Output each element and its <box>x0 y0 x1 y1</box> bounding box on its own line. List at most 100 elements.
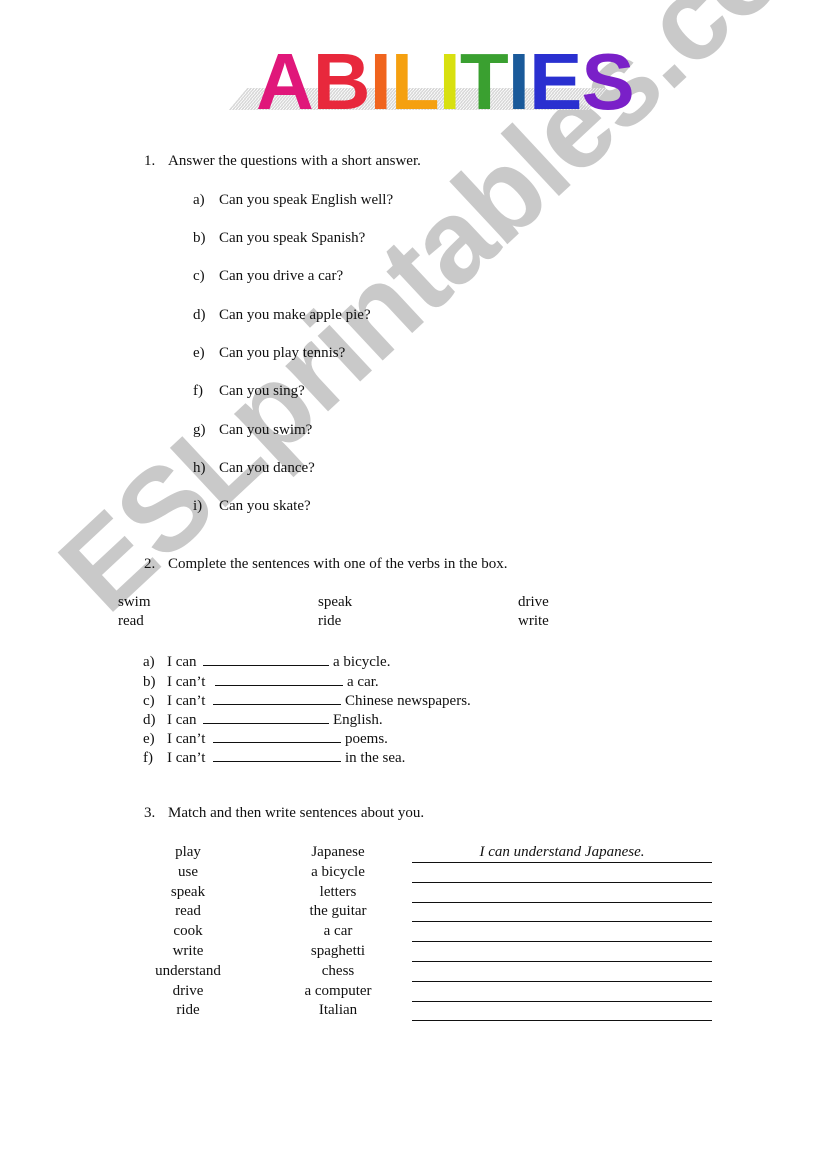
write-line[interactable] <box>412 862 712 863</box>
sentence-start: I can’t <box>167 693 206 709</box>
title-letter: I <box>507 37 530 126</box>
answer-blank[interactable] <box>203 709 329 724</box>
write-line[interactable] <box>412 981 712 982</box>
title-letter: A <box>256 37 314 126</box>
verb-box-word: speak <box>318 594 353 610</box>
question-text: Can you sing? <box>219 383 305 399</box>
match-verb: ride <box>176 1002 200 1018</box>
sentence-end: a bicycle. <box>333 654 391 670</box>
sentence-label: d) <box>143 712 156 728</box>
sentence-label: c) <box>143 693 155 709</box>
question-label: g) <box>193 422 206 438</box>
sentence-start: I can’t <box>167 731 206 747</box>
write-line[interactable] <box>412 941 712 942</box>
answer-blank[interactable] <box>213 747 341 762</box>
section3-instruction: Match and then write sentences about you… <box>168 805 425 821</box>
question-label: d) <box>193 307 206 323</box>
example-answer: I can understand Japanese. <box>479 844 645 860</box>
sentence-label: f) <box>143 750 153 766</box>
section3-number: 3. <box>144 805 156 821</box>
answer-blank[interactable] <box>203 651 329 666</box>
title-letters: ABILITIES <box>256 37 635 126</box>
question-label: a) <box>193 192 205 208</box>
question-text: Can you dance? <box>219 460 315 476</box>
section1-number: 1. <box>144 153 156 169</box>
sentence-start: I can <box>167 654 197 670</box>
question-item: f) Can you sing? <box>193 383 305 400</box>
question-item: c) Can you drive a car? <box>193 268 343 285</box>
sentence-item: a) I can a bicycle. <box>143 651 390 671</box>
page-title: ABILITIES <box>228 42 635 122</box>
sentence-end: in the sea. <box>345 750 406 766</box>
sentence-label: a) <box>143 654 155 670</box>
match-verb: drive <box>172 983 204 999</box>
question-label: e) <box>193 345 205 361</box>
question-text: Can you skate? <box>219 498 311 514</box>
write-line[interactable] <box>412 961 712 962</box>
question-item: g) Can you swim? <box>193 422 312 439</box>
verb-box-word: write <box>518 613 549 629</box>
sentence-label: e) <box>143 731 155 747</box>
match-object: spaghetti <box>310 943 366 959</box>
match-verb: use <box>178 864 198 880</box>
write-line[interactable] <box>412 1020 712 1021</box>
sentence-item: b) I can’t a car. <box>143 671 379 691</box>
sentence-item: d) I can English. <box>143 709 383 729</box>
match-verb: speak <box>170 884 206 900</box>
question-item: i) Can you skate? <box>193 498 311 515</box>
sentence-item: c) I can’t Chinese newspapers. <box>143 690 471 710</box>
sentence-end: English. <box>333 712 383 728</box>
question-text: Can you make apple pie? <box>219 307 371 323</box>
question-item: d) Can you make apple pie? <box>193 307 371 324</box>
question-label: h) <box>193 460 206 476</box>
question-item: a) Can you speak English well? <box>193 192 393 209</box>
question-label: i) <box>193 498 203 514</box>
worksheet: ABILITIES 1. Answer the questions with a … <box>0 0 821 1169</box>
question-label: b) <box>193 230 206 246</box>
question-item: b) Can you speak Spanish? <box>193 230 365 247</box>
section3-heading: 3. Match and then write sentences about y… <box>144 805 424 822</box>
match-verb: understand <box>155 963 221 979</box>
match-verb: read <box>175 903 201 919</box>
sentence-start: I can’t <box>167 750 206 766</box>
section2-heading: 2. Complete the sentences with one of the… <box>144 556 508 573</box>
answer-blank[interactable] <box>215 671 343 686</box>
verb-box-word: read <box>118 613 144 629</box>
sentence-label: b) <box>143 674 156 690</box>
title-letter: T <box>459 37 509 126</box>
write-line[interactable] <box>412 921 712 922</box>
sentence-end: Chinese newspapers. <box>345 693 471 709</box>
answer-blank[interactable] <box>213 728 341 743</box>
question-item: h) Can you dance? <box>193 460 315 477</box>
sentence-item: f) I can’t in the sea. <box>143 747 405 767</box>
write-line[interactable] <box>412 1001 712 1002</box>
write-line[interactable] <box>412 902 712 903</box>
title-letter: I <box>438 37 461 126</box>
section1-heading: 1. Answer the questions with a short answ… <box>144 153 421 170</box>
verb-box-word: drive <box>518 594 549 610</box>
title-letter: S <box>581 37 634 126</box>
sentence-end: a car. <box>347 674 379 690</box>
answer-blank[interactable] <box>213 690 341 705</box>
write-line[interactable] <box>412 882 712 883</box>
match-object: a bicycle <box>311 864 365 880</box>
match-verb: write <box>172 943 204 959</box>
question-text: Can you speak Spanish? <box>219 230 366 246</box>
match-verb: play <box>175 844 201 860</box>
match-object: chess <box>321 963 355 979</box>
question-text: Can you drive a car? <box>219 268 344 284</box>
match-object: Japanese <box>311 844 365 860</box>
title-letter: E <box>529 37 582 126</box>
verb-box-word: swim <box>118 594 151 610</box>
sentence-start: I can <box>167 712 197 728</box>
sentence-end: poems. <box>345 731 388 747</box>
match-object: a car <box>323 923 353 939</box>
question-item: e) Can you play tennis? <box>193 345 345 362</box>
section2-number: 2. <box>144 556 156 572</box>
section2-instruction: Complete the sentences with one of the v… <box>168 556 508 572</box>
match-object: a computer <box>304 983 372 999</box>
verb-box-word: ride <box>318 613 342 629</box>
title-letter: L <box>390 37 440 126</box>
title-letter: B <box>312 37 371 126</box>
section1-instruction: Answer the questions with a short answer… <box>168 153 421 169</box>
